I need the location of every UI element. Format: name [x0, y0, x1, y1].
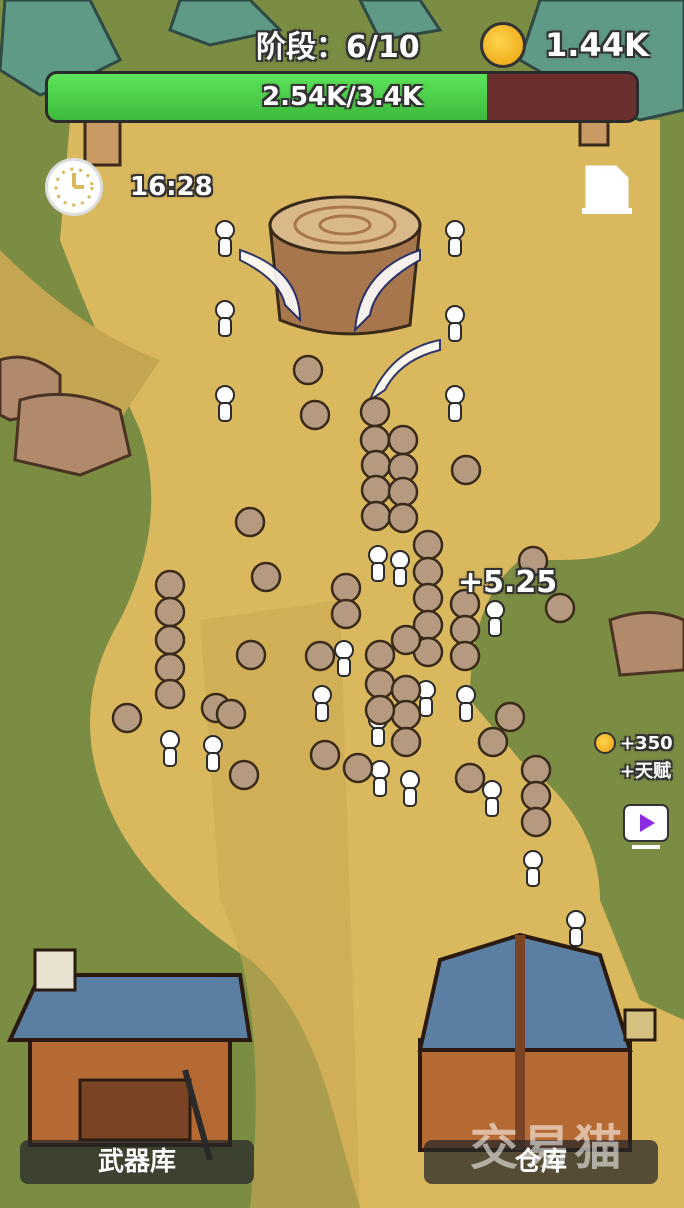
log	[309, 739, 341, 771]
log	[412, 582, 444, 614]
reward-gold-text: +350	[620, 733, 673, 754]
log	[235, 639, 267, 671]
log	[364, 694, 396, 726]
log	[364, 639, 396, 671]
log	[250, 561, 282, 593]
timer: 16:28	[130, 172, 213, 202]
armory-building[interactable]	[6, 948, 253, 1161]
log	[449, 640, 481, 672]
log	[494, 701, 526, 733]
log	[520, 806, 552, 838]
stage-progress-bar: 2.54K/3.4K	[45, 71, 639, 123]
log	[412, 529, 444, 561]
log	[387, 424, 419, 456]
log	[330, 598, 362, 630]
log	[520, 754, 552, 786]
stage-label: 阶段：6/10	[256, 30, 420, 65]
log	[520, 780, 552, 812]
log	[364, 668, 396, 700]
log	[154, 569, 186, 601]
gold-amount: 1.44K	[545, 26, 649, 64]
log	[330, 572, 362, 604]
gold-coin-icon	[594, 732, 616, 754]
armory-button[interactable]: 武器库	[20, 1140, 254, 1184]
log	[390, 699, 422, 731]
log	[450, 454, 482, 486]
log	[360, 474, 392, 506]
clock-icon[interactable]	[45, 158, 103, 216]
log	[342, 752, 374, 784]
log	[154, 624, 186, 656]
document-icon[interactable]	[582, 160, 634, 216]
log	[154, 652, 186, 684]
game-screen: 阶段：6/10 1.44K 2.54K/3.4K 16:28 +5.25 +35…	[0, 0, 684, 1208]
log	[228, 759, 260, 791]
log	[154, 678, 186, 710]
log	[387, 502, 419, 534]
gain-popup: +5.25	[458, 565, 558, 600]
log	[412, 556, 444, 588]
progress-text: 2.54K/3.4K	[262, 82, 422, 112]
watermark: 交易猫	[470, 1120, 627, 1176]
reward-talent-text: +天赋	[620, 761, 672, 782]
log	[477, 726, 509, 758]
log	[390, 726, 422, 758]
log	[304, 640, 336, 672]
log	[299, 399, 331, 431]
log	[387, 476, 419, 508]
log	[454, 762, 486, 794]
log	[215, 698, 247, 730]
video-play-icon[interactable]	[622, 803, 672, 853]
gold-coin-icon	[480, 22, 526, 68]
log	[292, 354, 324, 386]
log	[359, 396, 391, 428]
log	[111, 702, 143, 734]
log	[449, 614, 481, 646]
log	[154, 596, 186, 628]
log	[234, 506, 266, 538]
log	[360, 500, 392, 532]
log	[390, 624, 422, 656]
